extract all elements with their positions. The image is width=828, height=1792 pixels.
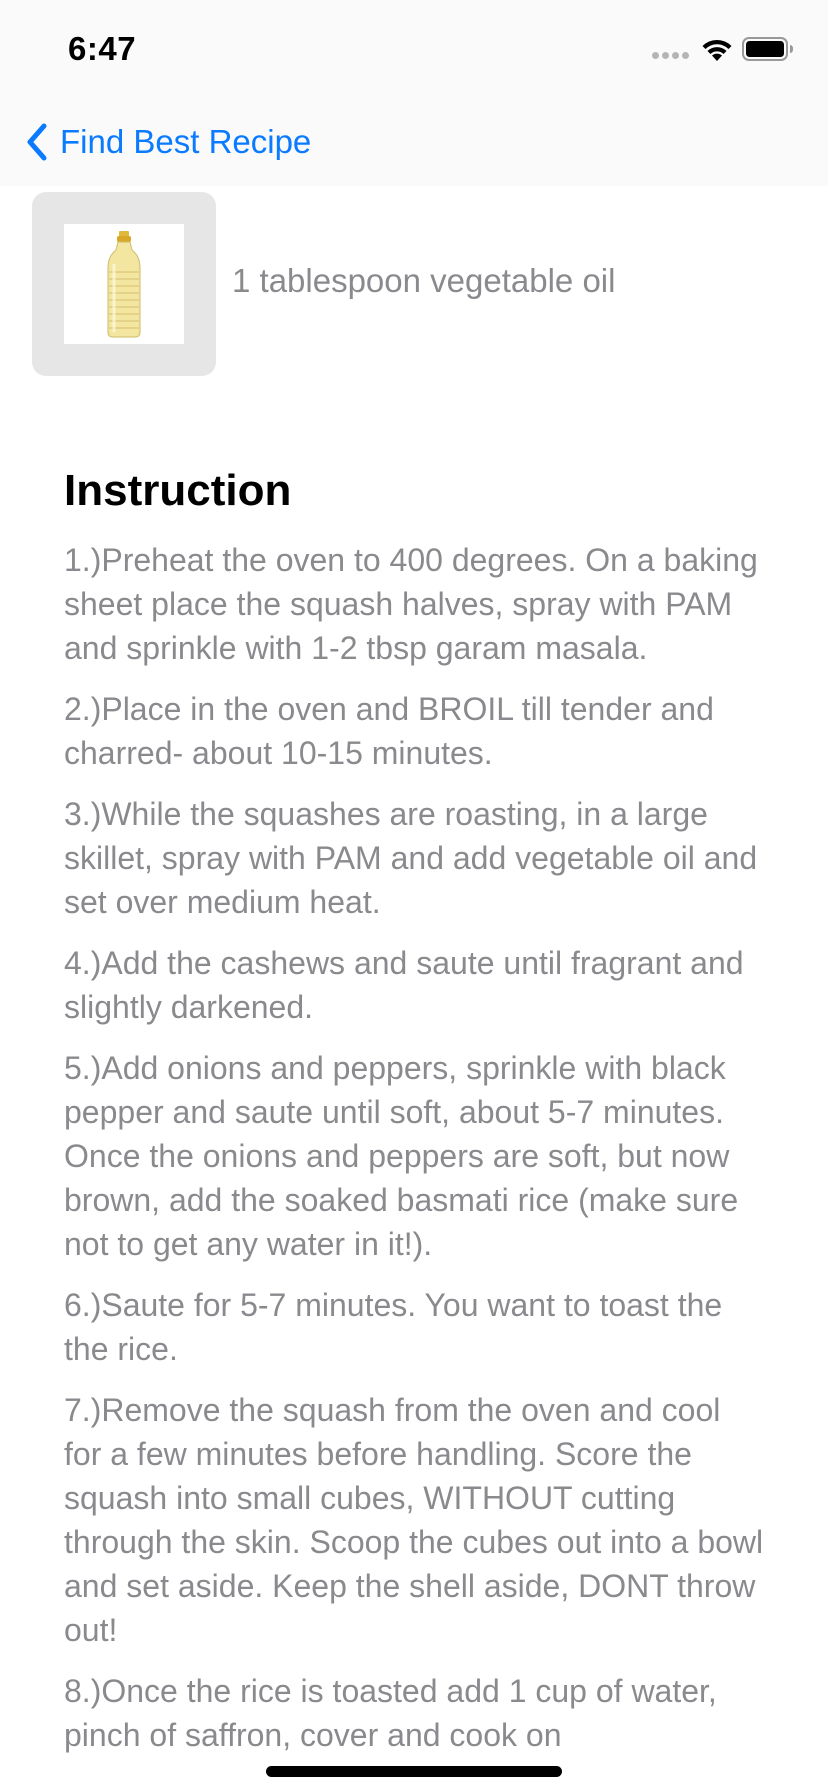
wifi-icon (702, 39, 732, 61)
cellular-signal-icon (652, 52, 692, 62)
ingredient-text: 1 tablespoon vegetable oil (232, 262, 616, 299)
instruction-list: 1.)Preheat the oven to 400 degrees. On a… (64, 538, 764, 1774)
instruction-step: 6.)Saute for 5-7 minutes. You want to to… (64, 1287, 723, 1367)
instruction-step: 4.)Add the cashews and saute until fragr… (64, 945, 744, 1025)
ingredient-row: 1 tablespoon vegetable oil (32, 192, 792, 376)
instruction-step: 8.)Once the rice is toasted add 1 cup of… (64, 1673, 717, 1753)
instruction-heading: Instruction (64, 466, 292, 515)
instruction-step: 5.)Add onions and peppers, sprinkle with… (64, 1050, 739, 1262)
status-time: 6:47 (68, 30, 137, 67)
back-button[interactable]: Find Best Recipe (24, 118, 311, 166)
instruction-step: 2.)Place in the oven and BROIL till tend… (64, 691, 714, 771)
instruction-step: 3.)While the squashes are roasting, in a… (64, 796, 758, 920)
home-indicator[interactable] (266, 1766, 562, 1777)
back-button-label: Find Best Recipe (60, 123, 312, 160)
instruction-step: 1.)Preheat the oven to 400 degrees. On a… (64, 542, 758, 666)
chevron-left-icon (27, 123, 47, 161)
navigation-bar: Find Best Recipe (0, 100, 828, 186)
ingredient-thumbnail (32, 192, 216, 376)
battery-icon (742, 37, 793, 61)
vegetable-oil-bottle-icon (64, 224, 184, 344)
status-bar: 6:47 (0, 0, 828, 100)
instruction-step: 7.)Remove the squash from the oven and c… (64, 1392, 764, 1648)
